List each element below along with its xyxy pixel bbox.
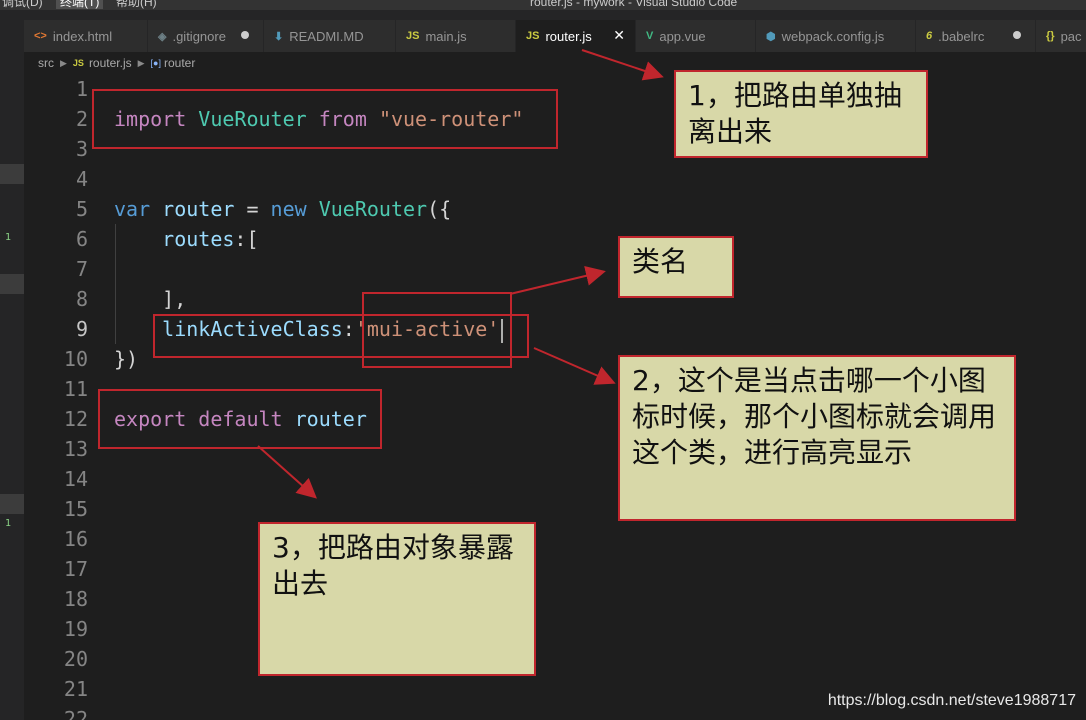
tab-label: pac [1060,28,1082,44]
tab-app-vue[interactable]: V app.vue [636,20,756,52]
punctuation: ], [162,287,187,311]
code-line-close-routes: ], [114,284,186,314]
line-number: 13 [63,437,88,461]
title-bar: 调试(D) 终端(T) 帮助(H) router.js - mywork - V… [0,0,1086,10]
breadcrumb-folder[interactable]: src [38,56,54,70]
markdown-file-icon: ⬇ [274,30,284,43]
tab-label: .gitignore [172,28,226,44]
punctuation: }) [114,347,139,371]
git-file-icon: ◈ [158,30,167,43]
babel-file-icon: 6 [926,30,933,42]
watermark: https://blog.csdn.net/steve1988717 [827,692,1076,709]
tab-readme[interactable]: ⬇ READMI.MD [264,20,396,52]
tab-label: app.vue [659,28,706,44]
js-file-icon: JS [72,58,84,68]
chevron-right-icon: ▶ [137,57,145,68]
menu-debug[interactable]: 调试(D) [2,0,43,9]
annotation-note-classname: 类名 [618,236,734,298]
tab-label: main.js [425,28,467,44]
line-number: 11 [63,377,88,401]
line-number: 2 [75,107,88,131]
menu-terminal[interactable]: 终端(T) [56,0,104,9]
activity-marker[interactable] [0,164,24,184]
line-number: 19 [63,617,88,641]
vue-file-icon: V [646,30,654,42]
webpack-file-icon: ⬢ [766,30,776,43]
tab-index-html[interactable]: <> index.html [24,20,148,52]
line-number: 14 [63,467,88,491]
tab-label: index.html [52,28,113,44]
highlight-box-export [98,389,382,449]
keyword-new: new [270,197,307,221]
unsaved-dot-icon[interactable] [1013,31,1021,39]
tab-label: router.js [545,28,592,44]
html-file-icon: <> [34,30,47,42]
line-number: 7 [75,257,88,281]
line-number: 5 [75,197,88,221]
close-icon[interactable]: ✕ [613,27,625,44]
activity-badge: 1 [5,518,12,529]
activity-marker[interactable] [0,274,24,294]
operator: = [234,197,271,221]
breadcrumb-symbol[interactable]: router [164,56,195,70]
tab-router-js[interactable]: JS router.js ✕ [516,20,636,52]
tab-webpack-config[interactable]: ⬢ webpack.config.js [756,20,916,52]
json-file-icon: {} [1046,30,1055,42]
line-number-current: 9 [75,317,88,341]
tab-label: READMI.MD [289,28,364,44]
window-title: router.js - mywork - Visual Studio Code [530,0,738,9]
line-number: 3 [75,137,88,161]
line-number: 10 [63,347,88,371]
annotation-note-3: 3，把路由对象暴露出去 [258,522,536,676]
line-number: 12 [63,407,88,431]
activity-bar: 1 1 [0,10,24,720]
punctuation: :[ [234,227,259,251]
line-number: 21 [63,677,88,701]
annotation-note-1: 1，把路由单独抽离出来 [674,70,928,158]
chevron-right-icon: ▶ [60,57,67,68]
variable-symbol-icon: [●] [150,58,161,68]
highlight-box-class-value [362,292,512,368]
line-number: 8 [75,287,88,311]
identifier: router [162,197,235,221]
tab-package-json[interactable]: {} pac [1036,20,1086,52]
class-name: VueRouter [318,197,428,221]
punctuation: ({ [427,197,452,221]
code-line-routes: routes:[ [114,224,259,254]
line-number: 20 [63,647,88,671]
menu-help[interactable]: 帮助(H) [116,0,157,9]
line-number: 4 [75,167,88,191]
annotation-note-2: 2，这个是当点击哪一个小图标时候，那个小图标就会调用这个类，进行高亮显示 [618,355,1016,521]
line-number: 22 [63,707,88,720]
tab-babelrc[interactable]: 6 .babelrc [916,20,1036,52]
tab-main-js[interactable]: JS main.js [396,20,516,52]
unsaved-dot-icon[interactable] [241,31,249,39]
activity-badge: 1 [5,232,12,243]
line-number: 6 [75,227,88,251]
code-line-close-object: }) [114,344,138,374]
code-line-declaration: var router = new VueRouter({ [114,194,451,224]
line-number: 15 [63,497,88,521]
js-file-icon: JS [406,30,420,42]
tab-label: .babelrc [938,28,985,44]
property-name: routes [162,227,235,251]
line-number: 16 [63,527,88,551]
line-number: 18 [63,587,88,611]
breadcrumb-file[interactable]: router.js [89,56,132,70]
line-number: 1 [75,77,88,101]
keyword-var: var [114,197,151,221]
line-number: 17 [63,557,88,581]
tab-gitignore[interactable]: ◈ .gitignore [148,20,264,52]
js-file-icon: JS [526,30,540,42]
activity-marker[interactable] [0,494,24,514]
tab-label: webpack.config.js [781,28,885,44]
highlight-box-import [92,89,558,149]
tab-bar: <> index.html ◈ .gitignore ⬇ READMI.MD J… [24,10,1086,52]
